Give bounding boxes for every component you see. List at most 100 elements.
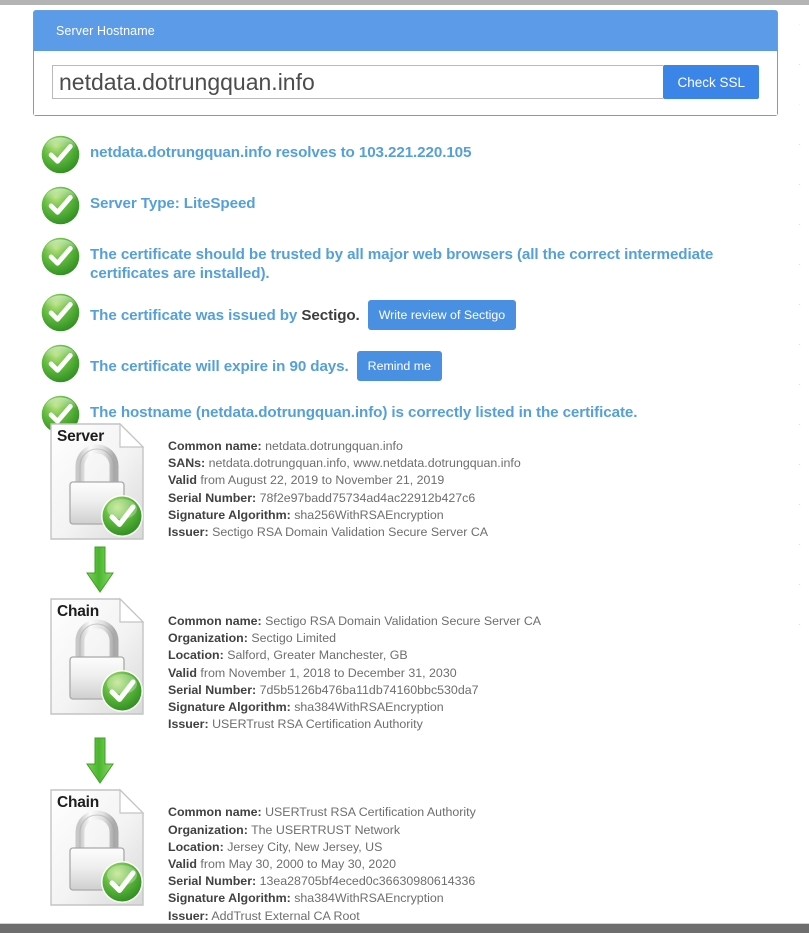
certificate-type-badge: Server [57, 428, 105, 445]
certificate-detail-row: SANs: netdata.dotrungquan.info, www.netd… [168, 455, 521, 472]
certificate-detail-row: Common name: netdata.dotrungquan.info [168, 438, 521, 455]
certificate-details: Common name: USERTrust RSA Certification… [168, 788, 476, 924]
certificate-detail-value: sha384WithRSAEncryption [294, 700, 444, 715]
certificate-detail-value: 7d5b5126b476ba11db74160bbc530da7 [259, 682, 479, 697]
certificate-detail-label: Signature Algorithm: [168, 700, 291, 715]
certificate-detail-row: Signature Algorithm: sha384WithRSAEncryp… [168, 699, 541, 716]
certificate-detail-value: from November 1, 2018 to December 31, 20… [200, 665, 457, 680]
certificate-detail-label: Location: [168, 839, 224, 854]
certificate-detail-label: Valid [168, 857, 197, 872]
window-bottom-bar [0, 923, 809, 933]
certificate-detail-row: Signature Algorithm: sha384WithRSAEncryp… [168, 890, 476, 907]
certificate-detail-row: Common name: USERTrust RSA Certification… [168, 804, 476, 821]
green-check-icon [40, 343, 81, 384]
certificate-detail-value: Salford, Greater Manchester, GB [227, 648, 408, 663]
certificate-detail-value: The USERTRUST Network [251, 822, 401, 837]
green-down-arrow-icon [48, 733, 152, 788]
certificate-detail-label: Common name: [168, 614, 262, 628]
status-text: The certificate was issued by [90, 307, 302, 325]
certificate-chain: Server Common name: netdata.dotrungquan.i… [48, 422, 788, 925]
certificate-detail-row: Organization: The USERTRUST Network [168, 822, 476, 839]
certificate-detail-label: Common name: [168, 805, 262, 820]
lock-document-valid-icon: Chain [48, 788, 152, 908]
certificate-detail-value: Sectigo RSA Domain Validation Secure Ser… [265, 614, 542, 628]
certificate-detail-row: Serial Number: 78f2e97badd75734ad4ac2291… [168, 490, 521, 507]
certificate-detail-label: Serial Number: [168, 682, 257, 697]
certificate-detail-row: Valid from May 30, 2000 to May 30, 2020 [168, 856, 476, 873]
certificate-detail-value: USERTrust RSA Certification Authority [265, 805, 476, 820]
certificate-card: Chain Common name: Sectigo RSA Domain Val… [48, 597, 788, 733]
green-check-icon [40, 292, 81, 333]
lock-document-valid-icon: Server [48, 422, 152, 542]
certificate-details: Common name: Sectigo RSA Domain Validati… [168, 597, 541, 733]
remind-me-button[interactable]: Remind me [356, 351, 442, 381]
certificate-detail-label: Valid [168, 473, 197, 488]
certificate-detail-value: from August 22, 2019 to November 21, 201… [200, 473, 445, 488]
certificate-detail-value: 78f2e97badd75734ad4ac22912b427c6 [259, 490, 476, 505]
window-top-bar [0, 0, 809, 5]
status-text: The hostname (netdata.dotrungquan.info) … [90, 404, 638, 421]
certificate-detail-value: sha384WithRSAEncryption [294, 891, 444, 906]
status-text: The certificate should be trusted by all… [90, 246, 714, 282]
certificate-detail-value: Sectigo Limited [251, 631, 337, 646]
green-check-icon [40, 185, 81, 226]
certificate-detail-value: netdata.dotrungquan.info, www.netdata.do… [208, 456, 521, 471]
certificate-type-badge: Chain [57, 603, 100, 620]
hostname-form: Check SSL [34, 51, 777, 115]
certificate-detail-label: SANs: [168, 456, 206, 471]
certificate-issuer-name: Sectigo. [301, 307, 360, 325]
certificate-details: Common name: netdata.dotrungquan.info SAN… [168, 422, 521, 541]
certificate-detail-value: from May 30, 2000 to May 30, 2020 [200, 857, 396, 872]
certificate-detail-row: Organization: Sectigo Limited [168, 630, 541, 647]
certificate-detail-row: Common name: Sectigo RSA Domain Validati… [168, 613, 541, 630]
panel-title: Server Hostname [34, 11, 777, 51]
certificate-detail-value: Sectigo RSA Domain Validation Secure Ser… [212, 525, 489, 540]
certificate-detail-row: Signature Algorithm: sha256WithRSAEncryp… [168, 507, 521, 524]
certificate-detail-label: Location: [168, 648, 224, 663]
server-hostname-panel: Server Hostname Check SSL [33, 10, 778, 116]
status-row: netdata.dotrungquan.info resolves to 103… [40, 134, 788, 176]
certificate-detail-label: Serial Number: [168, 874, 257, 889]
certificate-detail-label: Organization: [168, 822, 248, 837]
certificate-detail-label: Signature Algorithm: [168, 507, 291, 522]
certificate-detail-label: Signature Algorithm: [168, 891, 291, 906]
certificate-detail-label: Issuer: [168, 717, 209, 732]
status-row: The certificate was issued by Sectigo. Wr… [40, 292, 788, 334]
certificate-detail-row: Location: Jersey City, New Jersey, US [168, 839, 476, 856]
certificate-detail-value: Jersey City, New Jersey, US [227, 839, 383, 854]
certificate-detail-row: Issuer: USERTrust RSA Certification Auth… [168, 716, 541, 733]
check-ssl-button[interactable]: Check SSL [663, 65, 759, 99]
green-check-icon [40, 236, 81, 277]
ssl-status-list: netdata.dotrungquan.info resolves to 103… [40, 134, 788, 445]
status-row: Server Type: LiteSpeed [40, 185, 788, 227]
certificate-detail-label: Valid [168, 665, 197, 680]
certificate-detail-row: Serial Number: 7d5b5126b476ba11db74160bb… [168, 682, 541, 699]
certificate-detail-value: 13ea28705bf4eced0c36630980614336 [259, 874, 476, 889]
certificate-detail-label: Organization: [168, 631, 248, 646]
lock-document-valid-icon: Chain [48, 597, 152, 717]
certificate-detail-row: Valid from August 22, 2019 to November 2… [168, 472, 521, 489]
clipped-side-column: · · · · · · · · · · · · · · · · [799, 22, 801, 628]
certificate-detail-row: Issuer: Sectigo RSA Domain Validation Se… [168, 524, 521, 541]
certificate-type-badge: Chain [57, 794, 100, 812]
status-text: Server Type: LiteSpeed [90, 195, 256, 212]
green-down-arrow-icon [48, 542, 152, 597]
certificate-card: Chain Common name: USERTrust RSA Certific… [48, 788, 788, 924]
hostname-input[interactable] [52, 65, 664, 99]
status-row: The certificate will expire in 90 days. R… [40, 343, 788, 385]
status-text: The certificate will expire in 90 days. [90, 358, 349, 376]
certificate-detail-value: sha256WithRSAEncryption [294, 507, 444, 522]
green-check-icon [40, 134, 81, 175]
certificate-detail-label: Issuer: [168, 525, 209, 540]
certificate-detail-row: Serial Number: 13ea28705bf4eced0c3663098… [168, 873, 476, 890]
certificate-detail-label: Issuer: [168, 908, 209, 923]
certificate-detail-label: Common name: [168, 439, 262, 453]
status-row: The certificate should be trusted by all… [40, 236, 788, 283]
certificate-detail-value: AddTrust External CA Root [211, 908, 360, 923]
certificate-detail-value: netdata.dotrungquan.info [265, 439, 403, 453]
certificate-detail-row: Location: Salford, Greater Manchester, G… [168, 647, 541, 664]
certificate-detail-value: USERTrust RSA Certification Authority [212, 717, 423, 732]
write-review-button[interactable]: Write review of Sectigo [367, 300, 517, 330]
certificate-detail-label: Serial Number: [168, 490, 257, 505]
certificate-card: Server Common name: netdata.dotrungquan.i… [48, 422, 788, 542]
